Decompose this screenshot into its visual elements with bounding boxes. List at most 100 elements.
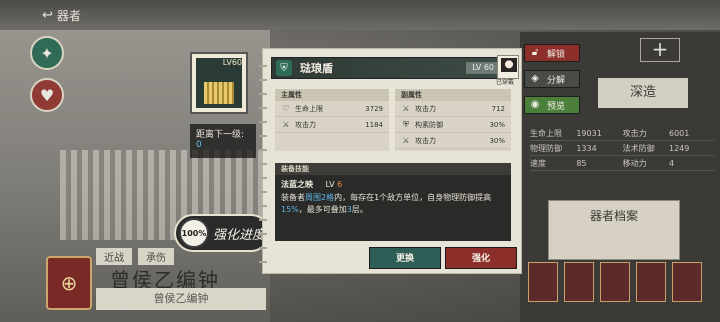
binder-rings	[259, 59, 267, 269]
spark-icon: ✦	[40, 43, 54, 63]
attr-value: 712	[491, 104, 505, 113]
desc-text: 层。	[351, 205, 368, 214]
hero-stats-table: 生命上限 19031 攻击力 6001 物理防御 1334 法术防御 1249 …	[530, 126, 715, 171]
enhance-label: 强化进度	[213, 227, 266, 243]
equip-slot[interactable]	[636, 262, 666, 302]
equip-slot[interactable]	[672, 262, 702, 302]
attr-key: 生命上限	[295, 104, 323, 113]
strengthen-button[interactable]: 强化	[445, 247, 517, 269]
distance-label: 距离下一级:	[196, 130, 245, 140]
desc-highlight: 15%	[281, 205, 299, 214]
attr-key: 攻击力	[415, 104, 436, 113]
attr-value: 1184	[365, 120, 383, 129]
stat-key: 速度	[530, 158, 546, 168]
decompose-label: 分解	[547, 75, 566, 86]
skill-level-value: 6	[337, 180, 343, 189]
top-bar	[0, 0, 720, 30]
attr-row: ⛨ 构素防御 30%	[395, 117, 511, 133]
skill-name-line: 法蓝之映 LV 6	[275, 175, 511, 192]
heart-tab-icon[interactable]: ♥	[30, 78, 64, 112]
stat-key: 移动力	[622, 158, 647, 168]
attr-row: ⚔ 攻击力 712	[395, 101, 511, 117]
equipment-level: LV 60	[466, 62, 500, 74]
equipped-tag: 已穿戴	[496, 79, 515, 86]
stat-key: 法术防御	[622, 143, 655, 153]
stat-value: 1249	[668, 143, 690, 153]
hero-role-tabs: 近战 承伤	[96, 248, 174, 265]
enhance-percent: 100%	[179, 218, 209, 248]
skill-level-label: LV	[325, 180, 335, 189]
attr-key: 攻击力	[295, 120, 316, 129]
skill-description: 装备者周围2格内，每存在1个敌方单位，自身物理防御提高15%，最多可叠加3层。	[275, 192, 511, 216]
equip-slot[interactable]	[600, 262, 630, 302]
owner-avatar[interactable]: 已穿戴	[496, 55, 519, 86]
next-level-distance: 距离下一级: 0	[190, 124, 256, 158]
preview-button[interactable]: ◉ 预览	[524, 96, 580, 114]
sub-attr-title: 副属性	[395, 89, 511, 101]
stat-row: 速度 85 移动力 4	[530, 156, 715, 171]
attr-row: ⚔ 攻击力 30%	[395, 133, 511, 149]
stat-row: 生命上限 19031 攻击力 6001	[530, 126, 715, 141]
hero-subname: 曾侯乙编钟	[96, 288, 266, 310]
stat-value: 19031	[576, 128, 602, 138]
lock-icon: 🔓︎	[531, 47, 539, 58]
distance-value: 0	[196, 140, 202, 150]
diamond-icon: ◈	[531, 73, 539, 84]
unlock-button[interactable]: 🔓︎ 解锁	[524, 44, 580, 62]
skill-name: 法蓝之映	[281, 180, 313, 189]
swords-icon: ⚔	[402, 135, 410, 145]
back-label: 器者	[56, 8, 81, 23]
role-tag: 近战	[96, 248, 132, 265]
equipment-name: 琺琅盾	[300, 62, 333, 75]
attr-value: 3729	[365, 104, 383, 113]
clan-emblem-icon: ⊕	[46, 256, 92, 310]
stat-key: 攻击力	[622, 128, 647, 138]
archive-label: 器者档案	[589, 209, 638, 223]
stat-row: 物理防御 1334 法术防御 1249	[530, 141, 715, 156]
heart-icon: ♥	[39, 85, 55, 105]
craft-button[interactable]: 深造	[598, 78, 688, 108]
skill-title: 装备技能	[275, 163, 511, 175]
stat-value: 4	[668, 158, 675, 168]
heart-icon: ♡	[282, 103, 290, 113]
desc-text: 装备者	[281, 193, 305, 202]
main-attr-title: 主属性	[275, 89, 389, 101]
attr-value: 30%	[489, 120, 505, 129]
swords-icon: ⚔	[282, 119, 290, 129]
thumbnail-level: LV60	[222, 58, 242, 67]
eye-icon: ◉	[530, 99, 540, 110]
desc-highlight: 周围2格	[305, 193, 335, 202]
side-action-list: 🔓︎ 解锁 ◈ 分解 ◉ 预览	[524, 44, 580, 122]
stat-key: 生命上限	[530, 128, 562, 138]
back-arrow-icon: ↩	[42, 7, 53, 23]
crown-icon	[204, 82, 234, 104]
equipment-thumbnail[interactable]: LV60	[190, 52, 248, 114]
equip-slot[interactable]	[528, 262, 558, 302]
role-tag: 承伤	[138, 248, 174, 265]
equipment-skill: 装备技能 法蓝之映 LV 6 装备者周围2格内，每存在1个敌方单位，自身物理防御…	[275, 163, 511, 241]
equipment-tab-icon[interactable]: ✦	[30, 36, 64, 70]
swords-icon: ⚔	[402, 103, 410, 113]
decompose-button[interactable]: ◈ 分解	[524, 70, 580, 88]
equip-slot[interactable]	[564, 262, 594, 302]
equipment-detail-panel: ⛨ 琺琅盾 LV 60 已穿戴 主属性 ♡ 生命上限 3729 ⚔ 攻击力 11…	[259, 48, 522, 274]
add-icon[interactable]: +	[640, 38, 680, 62]
stat-value: 6001	[668, 128, 690, 138]
enhance-progress-badge: 100% 强化进度	[174, 214, 270, 252]
equipment-header: ⛨ 琺琅盾 LV 60	[271, 57, 507, 79]
attr-row: ♡ 生命上限 3729	[275, 101, 389, 117]
stat-value: 1334	[576, 143, 597, 153]
sub-attributes: 副属性 ⚔ 攻击力 712 ⛨ 构素防御 30% ⚔ 攻击力 30%	[395, 89, 511, 151]
stat-key: 物理防御	[530, 143, 562, 153]
attr-row: ⚔ 攻击力 1184	[275, 117, 389, 133]
replace-button[interactable]: 更换	[369, 247, 441, 269]
back-button[interactable]: ↩ 器者	[36, 6, 87, 24]
shield-icon: ⛨	[403, 119, 409, 129]
avatar-face	[501, 58, 517, 72]
stat-value: 85	[576, 158, 587, 168]
shield-icon: ⛨	[276, 60, 292, 76]
preview-label: 预览	[547, 101, 566, 112]
archive-card[interactable]: 器者档案	[548, 200, 680, 260]
unlock-label: 解锁	[547, 49, 566, 60]
desc-text: ，最多可叠加	[298, 205, 347, 214]
